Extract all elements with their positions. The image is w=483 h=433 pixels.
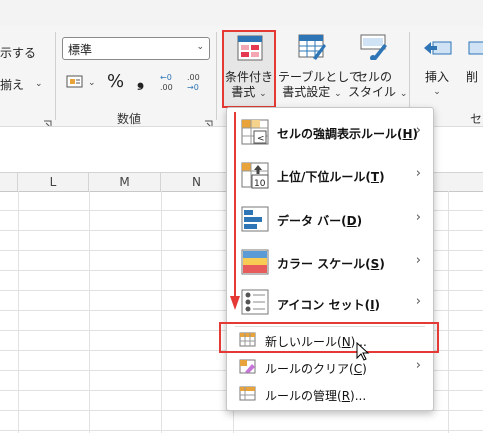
submenu-arrow-icon: › [415, 210, 421, 225]
menu-item-label: ルールのクリア( [265, 362, 354, 376]
manage-rules-icon [239, 386, 256, 401]
clear-rules-icon [239, 359, 256, 374]
menu-item-label: データ バー( [277, 214, 347, 228]
chevron-down-icon: ⌄ [334, 89, 342, 99]
menu-item-label: カラー スケール( [277, 257, 371, 271]
number-group-label: 数値 [117, 112, 142, 126]
submenu-arrow-icon: › [415, 123, 421, 138]
increase-decimal-icon[interactable]: ←0.00 [160, 72, 180, 96]
cells-group-label-partial: セ [470, 112, 483, 126]
menu-item-label-tail: )... [350, 389, 367, 403]
insert-label: 挿入 [424, 70, 449, 84]
group-separator [55, 32, 56, 120]
conditional-format-label-2: 書式 [231, 85, 256, 99]
menu-item-icon-sets[interactable]: アイコン セット(I) › [227, 286, 433, 320]
mouse-cursor-icon [356, 342, 370, 361]
submenu-arrow-icon: › [415, 253, 421, 268]
svg-text:.00: .00 [187, 73, 200, 82]
menu-item-accelerator: C [353, 362, 363, 376]
chevron-down-icon: ⌄ [399, 89, 408, 99]
submenu-arrow-icon: › [415, 294, 421, 309]
menu-item-label: 上位/下位ルール( [277, 170, 371, 184]
menu-item-label-tail: ) [379, 257, 385, 271]
group-separator [216, 32, 217, 120]
top-bottom-rules-icon: 10 [241, 162, 269, 189]
conditional-format-label-1: 条件付き [224, 70, 273, 84]
show-text-partial-button[interactable]: 示する [0, 44, 36, 61]
percent-style-button[interactable]: % [107, 71, 124, 92]
table-format-label-1: テーブルとして [278, 70, 361, 84]
menu-item-manage-rules[interactable]: ルールの管理(R)... [227, 382, 433, 406]
ribbon-tab-strip [0, 0, 483, 26]
chevron-down-icon[interactable]: ⌄ [35, 79, 43, 89]
cell-style-label-1: セルの [355, 70, 392, 84]
svg-text:<: < [257, 134, 265, 144]
table-format-icon [298, 34, 326, 64]
conditional-formatting-button[interactable]: 条件付き 書式 ⌄ [222, 30, 276, 108]
column-header-m[interactable]: M [89, 173, 161, 191]
svg-text:10: 10 [254, 179, 266, 189]
chevron-down-icon: ⌄ [433, 87, 441, 97]
column-header-n[interactable]: N [161, 173, 233, 191]
menu-item-label: ルールの管理( [265, 389, 342, 403]
decrease-decimal-icon[interactable]: .00 →0 [187, 72, 207, 96]
menu-item-top-bottom-rules[interactable]: 10 上位/下位ルール(T) › [227, 159, 433, 193]
svg-text:→0: →0 [187, 83, 199, 92]
accounting-format-icon[interactable] [66, 74, 86, 94]
align-partial-button[interactable]: 揃え [0, 76, 24, 93]
cell-styles-button[interactable]: セルの スタイル ⌄ [348, 31, 407, 107]
svg-text:.00: .00 [160, 83, 173, 92]
menu-item-accelerator: H [402, 127, 413, 141]
chevron-down-icon[interactable]: ⌄ [88, 78, 96, 88]
menu-item-color-scales[interactable]: カラー スケール(S) › [227, 246, 433, 280]
menu-item-clear-rules[interactable]: ルールのクリア(C) › [227, 355, 433, 379]
color-scales-icon [241, 249, 269, 275]
number-format-value: 標準 [68, 43, 93, 57]
menu-item-label-tail: ) [356, 214, 363, 228]
submenu-arrow-icon: › [415, 166, 421, 181]
conditional-format-icon [237, 35, 263, 65]
cell-style-icon [360, 34, 388, 64]
delete-button[interactable]: 削 [462, 31, 483, 107]
menu-item-accelerator: R [341, 389, 351, 403]
cell-style-label-2: スタイル [348, 85, 397, 99]
column-header-partial[interactable] [0, 173, 18, 191]
table-format-label-2: 書式設定 [282, 85, 331, 99]
menu-item-accelerator: T [370, 170, 380, 184]
chevron-down-icon: ⌄ [196, 42, 204, 52]
icon-sets-icon [241, 289, 269, 315]
menu-item-label-tail: ) [374, 298, 381, 312]
number-format-select[interactable]: 標準 ⌄ [62, 37, 210, 60]
insert-button[interactable]: 挿入 ⌄ [414, 31, 460, 107]
menu-item-label-tail: ) [379, 170, 385, 184]
svg-text:←0: ←0 [160, 73, 172, 82]
comma-style-button[interactable]: ❟ [137, 70, 144, 91]
menu-item-accelerator: D [346, 214, 357, 228]
highlight-cells-rules-icon: < [241, 119, 269, 145]
column-header-l[interactable]: L [18, 173, 89, 191]
chevron-down-icon: ⌄ [259, 89, 267, 99]
format-as-table-button[interactable]: テーブルとして 書式設定 ⌄ [278, 31, 361, 107]
submenu-arrow-icon: › [415, 358, 421, 373]
delete-label: 削 [466, 70, 479, 84]
menu-item-label: セルの強調表示ルール( [277, 127, 403, 141]
menu-item-data-bars[interactable]: データ バー(D) › [227, 203, 433, 237]
annotation-highlight-box [219, 322, 439, 353]
delete-cells-icon [468, 39, 483, 61]
annotation-arrow-icon [230, 112, 240, 310]
menu-item-label-tail: ) [362, 362, 367, 376]
menu-item-label: アイコン セット( [277, 298, 371, 312]
menu-item-highlight-cells-rules[interactable]: < セルの強調表示ルール(H) › [227, 116, 433, 150]
data-bars-icon [241, 206, 269, 232]
insert-cells-icon [423, 39, 453, 61]
conditional-formatting-menu: < セルの強調表示ルール(H) › 10 上位/下位ルール(T) › データ バ… [226, 107, 434, 411]
